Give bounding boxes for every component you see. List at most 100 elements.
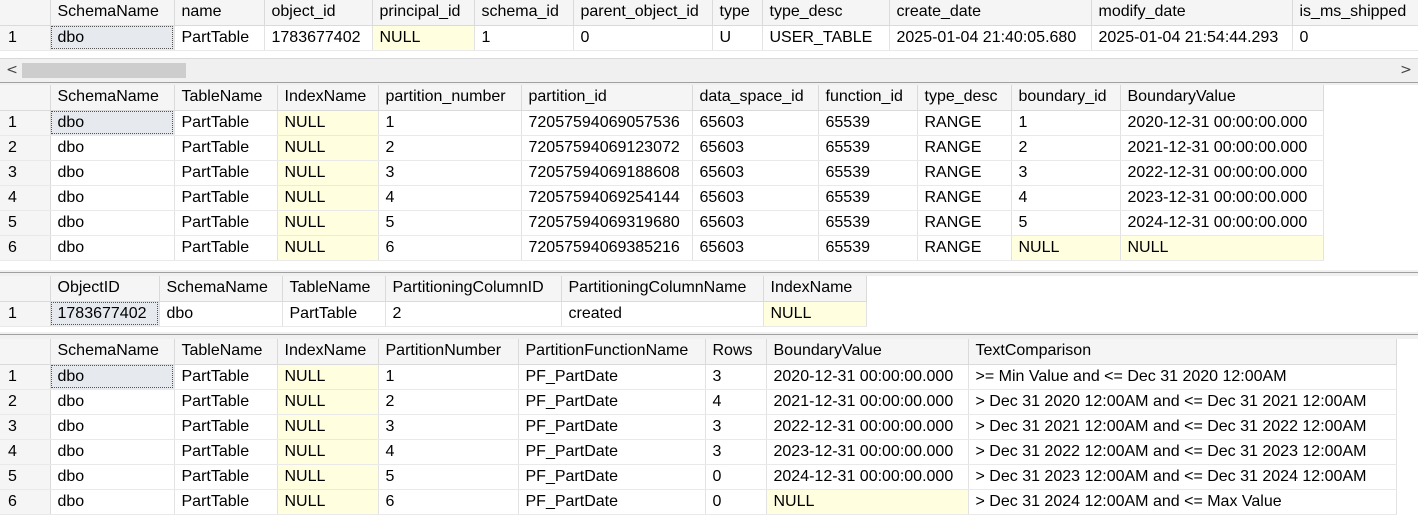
column-header[interactable]: TextComparison	[968, 339, 1397, 365]
grid-cell[interactable]: U	[712, 25, 763, 51]
grid-cell[interactable]: 2022-12-31 00:00:00.000	[1120, 160, 1324, 186]
grid-cell[interactable]: 72057594069057536	[521, 110, 693, 136]
row-number[interactable]: 4	[0, 439, 51, 465]
grid-cell[interactable]: 4	[378, 439, 519, 465]
column-header[interactable]: BoundaryValue	[766, 339, 969, 365]
grid-cell[interactable]: dbo	[50, 464, 175, 490]
grid-cell[interactable]: 0	[705, 489, 767, 515]
grid-cell[interactable]: 65603	[692, 135, 819, 161]
grid-cell[interactable]: PF_PartDate	[518, 389, 706, 415]
grid-cell[interactable]: NULL	[277, 110, 379, 136]
column-header[interactable]: PartitionFunctionName	[518, 339, 706, 365]
grid-cell[interactable]: dbo	[50, 439, 175, 465]
results-grid-4[interactable]: SchemaName TableName IndexName Partition…	[0, 339, 1418, 525]
row-number-header[interactable]	[0, 276, 51, 302]
column-header[interactable]: SchemaName	[159, 276, 283, 302]
grid-cell[interactable]: 2022-12-31 00:00:00.000	[766, 414, 969, 440]
grid-cell[interactable]: dbo	[159, 301, 283, 327]
grid-cell[interactable]: 2	[1011, 135, 1121, 161]
column-header[interactable]: function_id	[818, 85, 918, 111]
column-header[interactable]: PartitioningColumnName	[561, 276, 764, 302]
grid-cell[interactable]: 72057594069385216	[521, 235, 693, 261]
grid-cell[interactable]: dbo	[50, 210, 175, 236]
column-header[interactable]: TableName	[174, 85, 278, 111]
grid-cell[interactable]: 1	[378, 364, 519, 390]
grid-cell[interactable]: 5	[378, 464, 519, 490]
grid-cell[interactable]: NULL	[763, 301, 867, 327]
grid-cell[interactable]: 65603	[692, 160, 819, 186]
table-row[interactable]: 3 dbo PartTable NULL 3 PF_PartDate 3 202…	[0, 414, 1397, 440]
grid-cell[interactable]: > Dec 31 2023 12:00AM and <= Dec 31 2024…	[968, 464, 1397, 490]
row-number[interactable]: 1	[0, 364, 51, 390]
grid-cell[interactable]: PartTable	[174, 110, 278, 136]
row-number[interactable]: 1	[0, 110, 51, 136]
column-header[interactable]: data_space_id	[692, 85, 819, 111]
column-header[interactable]: parent_object_id	[573, 0, 713, 26]
grid-cell[interactable]: 65603	[692, 110, 819, 136]
scrollbar-thumb[interactable]	[22, 63, 186, 78]
row-number[interactable]: 1	[0, 301, 51, 327]
grid-cell[interactable]: 2024-12-31 00:00:00.000	[766, 464, 969, 490]
table-row[interactable]: 5 dbo PartTable NULL 5 PF_PartDate 0 202…	[0, 464, 1397, 490]
grid-cell[interactable]: RANGE	[917, 135, 1012, 161]
grid-cell[interactable]: PF_PartDate	[518, 464, 706, 490]
grid-cell[interactable]: 65539	[818, 185, 918, 211]
grid-cell[interactable]: 2025-01-04 21:54:44.293	[1091, 25, 1293, 51]
grid-cell[interactable]: NULL	[1120, 235, 1324, 261]
grid-cell[interactable]: 4	[1011, 185, 1121, 211]
grid-cell[interactable]: 72057594069319680	[521, 210, 693, 236]
table-row[interactable]: 6 dbo PartTable NULL 6 72057594069385216…	[0, 235, 1324, 261]
grid-cell[interactable]: > Dec 31 2021 12:00AM and <= Dec 31 2022…	[968, 414, 1397, 440]
grid-cell[interactable]: 6	[378, 235, 522, 261]
grid-cell[interactable]: NULL	[277, 160, 379, 186]
grid-cell[interactable]: dbo	[50, 25, 175, 51]
grid-cell[interactable]: 2021-12-31 00:00:00.000	[766, 389, 969, 415]
grid-cell[interactable]: 2	[378, 389, 519, 415]
grid-cell[interactable]: 65603	[692, 185, 819, 211]
row-number-header[interactable]	[0, 85, 51, 111]
column-header[interactable]: is_ms_shipped	[1292, 0, 1418, 26]
results-grid-1[interactable]: SchemaName name object_id principal_id s…	[0, 0, 1418, 58]
row-number[interactable]: 1	[0, 25, 51, 51]
grid-cell[interactable]: 1	[378, 110, 522, 136]
row-number[interactable]: 4	[0, 185, 51, 211]
grid-cell[interactable]: 72057594069123072	[521, 135, 693, 161]
grid-cell[interactable]: 65539	[818, 135, 918, 161]
table-row[interactable]: 1 dbo PartTable NULL 1 PF_PartDate 3 202…	[0, 364, 1397, 390]
grid-cell[interactable]: 0	[1292, 25, 1418, 51]
grid-cell[interactable]: PartTable	[174, 439, 278, 465]
grid-cell[interactable]: 3	[1011, 160, 1121, 186]
grid-cell[interactable]: PartTable	[174, 160, 278, 186]
table-row[interactable]: 1 1783677402 dbo PartTable 2 created NUL…	[0, 301, 867, 327]
grid-cell[interactable]: 2020-12-31 00:00:00.000	[1120, 110, 1324, 136]
column-header[interactable]: principal_id	[372, 0, 475, 26]
grid-cell[interactable]: PartTable	[174, 489, 278, 515]
grid-cell[interactable]: PartTable	[282, 301, 386, 327]
grid-separator[interactable]	[0, 334, 1418, 335]
grid-cell[interactable]: 2	[378, 135, 522, 161]
grid-cell[interactable]: RANGE	[917, 235, 1012, 261]
grid-cell[interactable]: 6	[378, 489, 519, 515]
grid-cell[interactable]: 4	[705, 389, 767, 415]
row-number[interactable]: 3	[0, 414, 51, 440]
row-number[interactable]: 2	[0, 389, 51, 415]
row-number[interactable]: 2	[0, 135, 51, 161]
results-grid-3[interactable]: ObjectID SchemaName TableName Partitioni…	[0, 276, 1418, 332]
grid-cell[interactable]: 0	[573, 25, 713, 51]
row-number-header[interactable]	[0, 339, 51, 365]
grid-cell[interactable]: 65603	[692, 210, 819, 236]
grid-cell[interactable]: NULL	[277, 389, 379, 415]
grid-cell[interactable]: dbo	[50, 235, 175, 261]
grid-cell[interactable]: 3	[378, 414, 519, 440]
grid-cell[interactable]: 1783677402	[264, 25, 373, 51]
column-header[interactable]: PartitionNumber	[378, 339, 519, 365]
column-header[interactable]: type_desc	[917, 85, 1012, 111]
grid-cell[interactable]: NULL	[277, 185, 379, 211]
row-number[interactable]: 6	[0, 235, 51, 261]
grid-cell[interactable]: dbo	[50, 135, 175, 161]
grid-cell[interactable]: 3	[705, 414, 767, 440]
grid-cell[interactable]: 1	[1011, 110, 1121, 136]
column-header[interactable]: type	[712, 0, 763, 26]
row-number[interactable]: 6	[0, 489, 51, 515]
grid-cell[interactable]: 65603	[692, 235, 819, 261]
